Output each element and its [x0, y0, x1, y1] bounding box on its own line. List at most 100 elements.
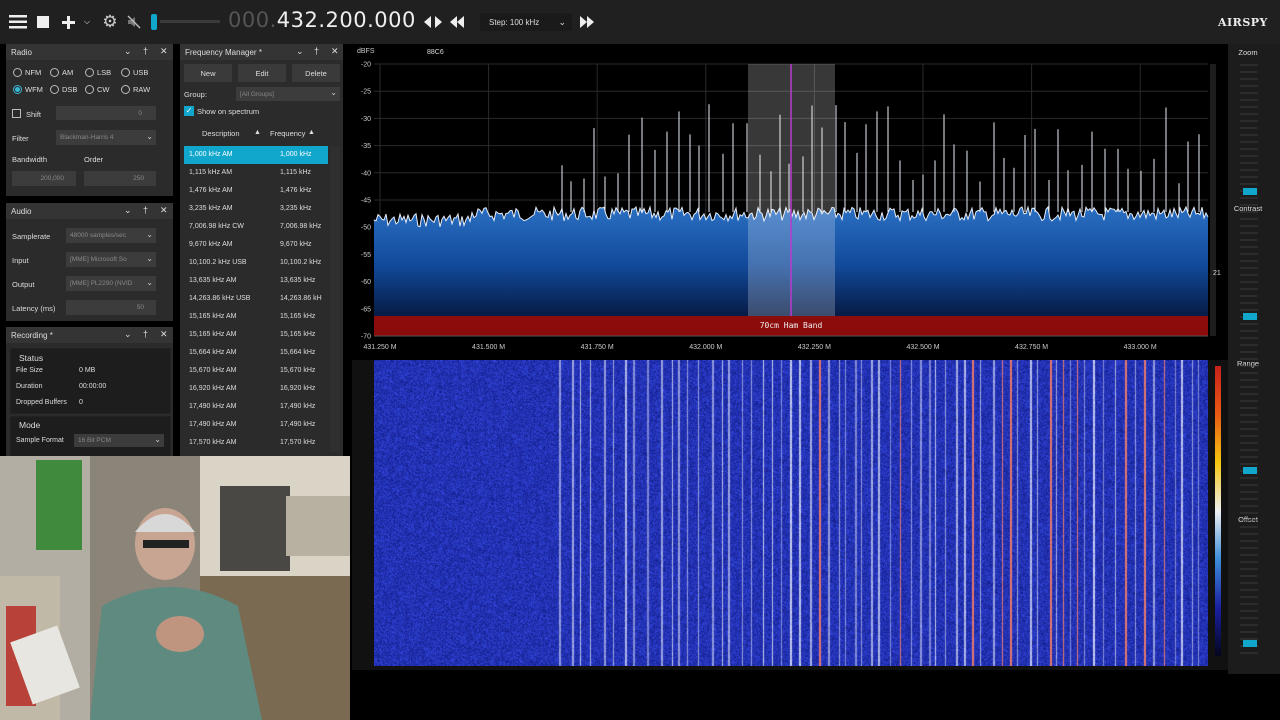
bandwidth-input[interactable]: 200,000 — [12, 171, 76, 186]
shift-label: Shift — [26, 110, 42, 119]
row-frequency: 15,165 kHz — [280, 331, 316, 338]
zoom-slider-handle[interactable] — [1243, 188, 1257, 195]
chevron-down-icon: ⌄ — [558, 16, 566, 27]
row-description: 15,165 kHz AM — [189, 331, 237, 338]
list-item[interactable]: 16,920 kHz AM 16,920 kHz — [184, 380, 328, 398]
recording-panel-header: Recording * ⌄ † ✕ — [6, 327, 173, 343]
mode-raw[interactable]: RAW — [121, 85, 150, 94]
mute-icon[interactable] — [126, 11, 142, 33]
fast-forward-icon[interactable] — [578, 11, 596, 33]
row-description: 17,490 kHz AM — [189, 421, 237, 428]
list-item[interactable]: 17,570 kHz AM 17,570 kHz — [184, 434, 328, 452]
mode-label: NFM — [25, 68, 42, 77]
samplerate-value: 48000 samples/sec — [70, 232, 127, 239]
status-title: Status — [19, 353, 44, 363]
samplerate-select[interactable]: 48000 samples/sec ⌄ — [66, 228, 156, 243]
chevron-down-icon[interactable]: ⌄ — [124, 205, 132, 216]
list-item[interactable]: 17,490 kHz AM 17,490 kHz — [184, 416, 328, 434]
row-description: 1,115 kHz AM — [189, 169, 233, 176]
new-button[interactable]: New — [184, 64, 232, 82]
delete-button[interactable]: Delete — [292, 64, 340, 82]
mode-label: USB — [133, 68, 149, 77]
row-frequency: 3,235 kHz — [280, 205, 312, 212]
contrast-slider-handle[interactable] — [1243, 313, 1257, 320]
output-select[interactable]: [MME] PL2290 (NVID ⌄ — [66, 276, 156, 291]
list-item[interactable]: 15,165 kHz AM 15,165 kHz — [184, 308, 328, 326]
latency-input[interactable]: 50 — [66, 300, 156, 315]
chevron-down-icon[interactable]: ⌄ — [124, 46, 132, 57]
shift-input[interactable]: 0 — [56, 106, 156, 120]
step-select[interactable]: Step: 100 kHz ⌄ — [480, 13, 572, 31]
edit-button[interactable]: Edit — [238, 64, 286, 82]
list-item[interactable]: 1,115 kHz AM 1,115 kHz — [184, 164, 328, 182]
chevron-down-icon[interactable]: ⌵ — [82, 11, 92, 33]
rewind-icon[interactable] — [448, 11, 466, 33]
list-scrollbar[interactable] — [330, 146, 340, 452]
group-select[interactable]: [All Groups] ⌄ — [236, 87, 340, 101]
list-item[interactable]: 17,490 kHz AM 17,490 kHz — [184, 398, 328, 416]
row-description: 13,635 kHz AM — [189, 277, 237, 284]
list-item[interactable]: 15,664 kHz AM 15,664 kHz — [184, 344, 328, 362]
list-item[interactable]: 15,670 kHz AM 15,670 kHz — [184, 362, 328, 380]
pin-icon[interactable]: † — [143, 329, 148, 339]
chevron-down-icon: ⌄ — [154, 435, 161, 444]
close-icon[interactable]: ✕ — [160, 205, 168, 216]
volume-track[interactable] — [160, 11, 220, 33]
tune-arrows-icon[interactable] — [423, 11, 443, 33]
mode-lsb[interactable]: LSB — [85, 68, 111, 77]
order-input[interactable]: 250 — [84, 171, 156, 186]
close-icon[interactable]: ✕ — [160, 329, 168, 340]
offset-slider-handle[interactable] — [1243, 640, 1257, 647]
chevron-down-icon: ⌄ — [330, 88, 337, 97]
sample-format-select[interactable]: 16 Bit PCM ⌄ — [74, 434, 164, 447]
list-item[interactable]: 9,670 kHz AM 9,670 kHz — [184, 236, 328, 254]
shift-checkbox[interactable] — [12, 109, 21, 118]
gear-icon[interactable]: ⚙ — [101, 11, 119, 33]
list-item[interactable]: 1,000 kHz AM 1,000 kHz — [184, 146, 328, 164]
list-item[interactable]: 10,100.2 kHz USB 10,100.2 kHz — [184, 254, 328, 272]
order-value: 250 — [133, 175, 144, 182]
freq-tick-label: 431.750 M — [581, 344, 614, 351]
mode-dsb[interactable]: DSB — [50, 85, 77, 94]
column-frequency[interactable]: Frequency — [270, 129, 305, 138]
mode-wfm[interactable]: WFM — [13, 85, 43, 94]
frequency-display[interactable]: 000.432.200.000 — [228, 8, 416, 32]
row-description: 9,670 kHz AM — [189, 241, 233, 248]
list-item[interactable]: 7,006.98 kHz CW 7,006.98 kHz — [184, 218, 328, 236]
close-icon[interactable]: ✕ — [331, 46, 339, 57]
list-item[interactable]: 14,263.86 kHz USB 14,263.86 kH — [184, 290, 328, 308]
mode-usb[interactable]: USB — [121, 68, 148, 77]
row-frequency: 1,000 kHz — [280, 151, 312, 158]
output-label: Output — [12, 280, 35, 289]
pin-icon[interactable]: † — [314, 46, 319, 56]
chevron-down-icon[interactable]: ⌄ — [296, 46, 304, 57]
show-on-spectrum-checkbox[interactable]: ✓ — [184, 106, 194, 116]
mode-nfm[interactable]: NFM — [13, 68, 41, 77]
volume-slider[interactable] — [150, 11, 158, 33]
range-slider-handle[interactable] — [1243, 467, 1257, 474]
input-select[interactable]: [MME] Microsoft So ⌄ — [66, 252, 156, 267]
list-item[interactable]: 13,635 kHz AM 13,635 kHz — [184, 272, 328, 290]
recording-panel-title: Recording * — [11, 330, 53, 340]
chevron-down-icon[interactable]: ⌄ — [124, 329, 132, 340]
list-item[interactable]: 1,476 kHz AM 1,476 kHz — [184, 182, 328, 200]
row-frequency: 10,100.2 kHz — [280, 259, 322, 266]
spectrum-view[interactable]: -20 -25 -30 -35 -40 -45 -50 -55 -60 -65 -70 431.250… — [352, 44, 1228, 360]
pin-icon[interactable]: † — [143, 205, 148, 215]
column-description[interactable]: Description — [202, 129, 240, 138]
filter-select[interactable]: Blackman-Harris 4 ⌄ — [56, 130, 156, 145]
list-item[interactable]: 15,165 kHz AM 15,165 kHz — [184, 326, 328, 344]
mode-cw[interactable]: CW — [85, 85, 110, 94]
list-item[interactable]: 3,235 kHz AM 3,235 kHz — [184, 200, 328, 218]
pin-icon[interactable]: † — [143, 46, 148, 56]
stop-icon[interactable] — [35, 11, 51, 33]
spectrum-scrollbar — [1210, 64, 1216, 336]
freq-tick-label: 431.250 M — [363, 344, 396, 351]
add-icon[interactable] — [60, 11, 76, 33]
close-icon[interactable]: ✕ — [160, 46, 168, 57]
menu-icon[interactable] — [8, 11, 28, 33]
row-frequency: 9,670 kHz — [280, 241, 312, 248]
mode-am[interactable]: AM — [50, 68, 73, 77]
radio-dot — [85, 85, 94, 94]
waterfall-display[interactable] — [374, 360, 1208, 666]
